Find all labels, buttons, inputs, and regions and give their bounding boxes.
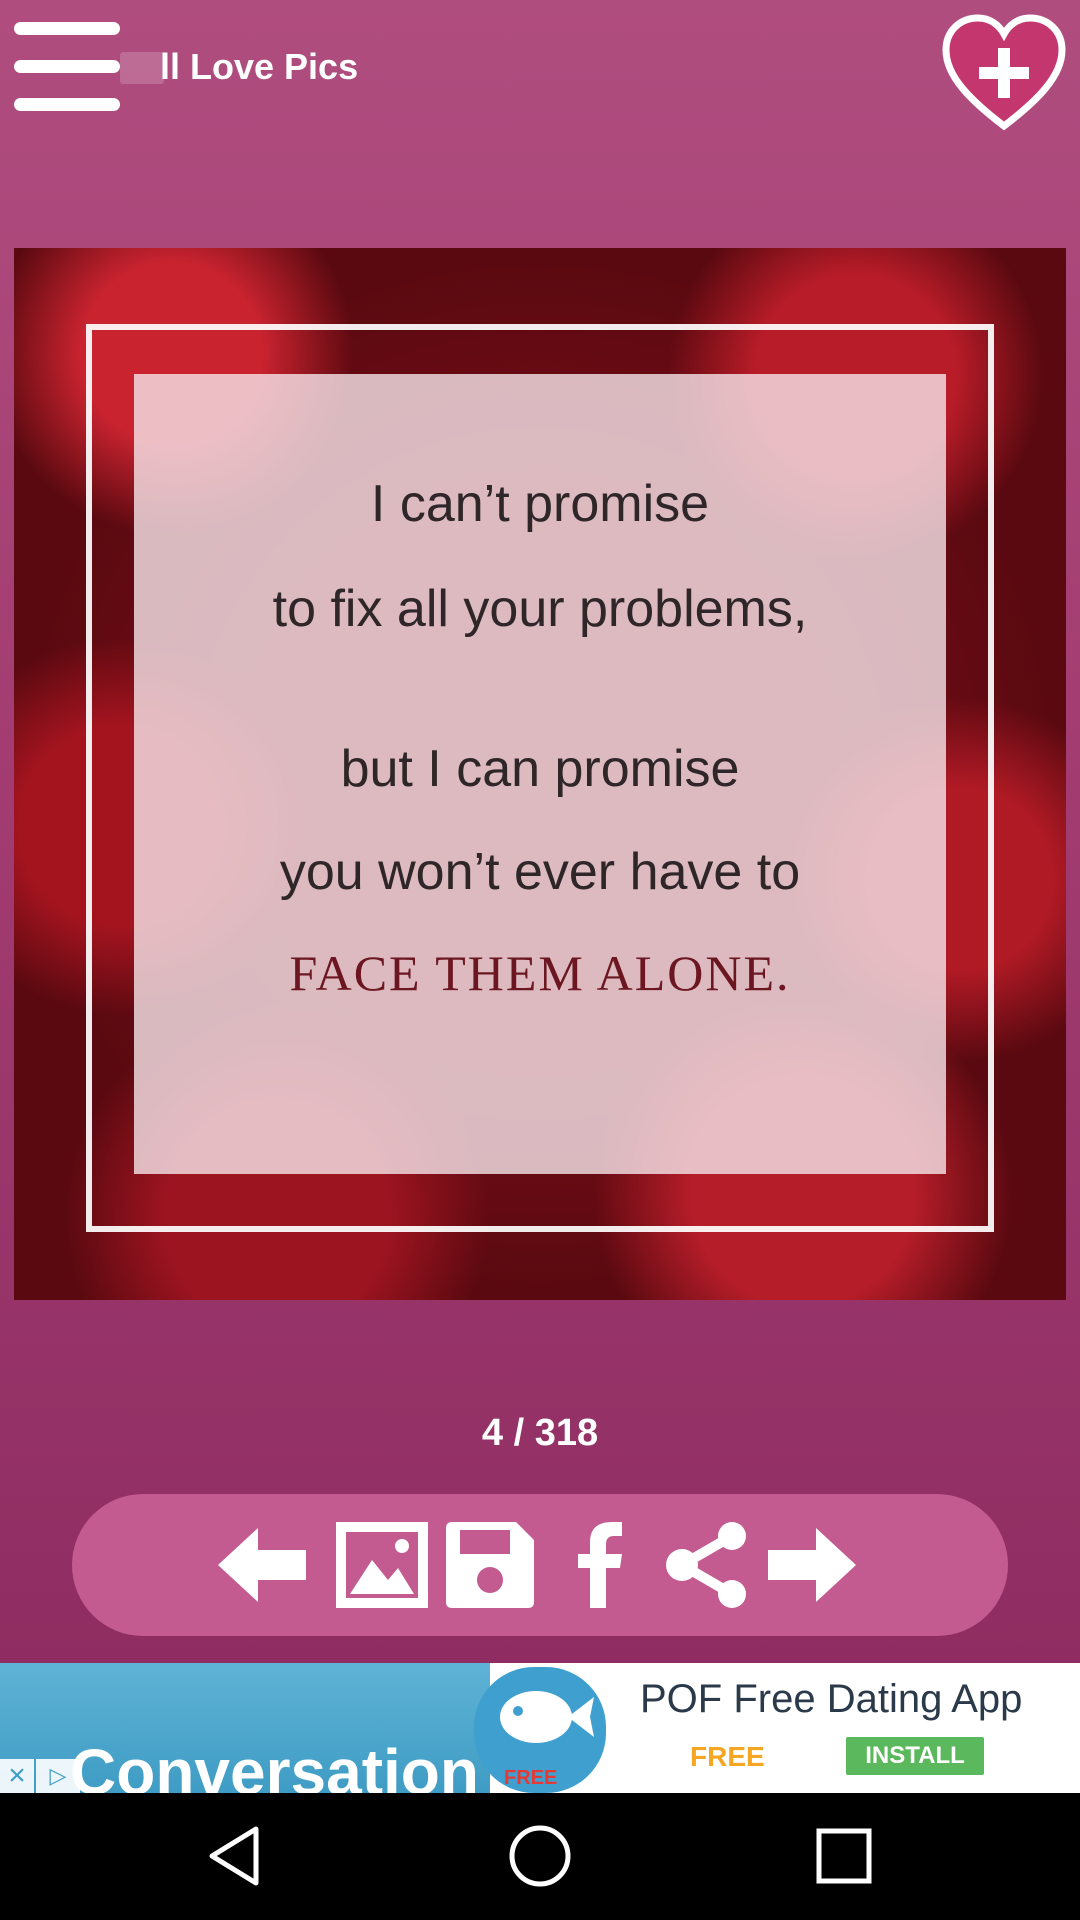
ad-logo-tag: FREE: [504, 1767, 558, 1789]
close-icon[interactable]: ×: [0, 1759, 34, 1793]
ad-left-text: Conversation: [70, 1736, 479, 1793]
system-nav-bar: [0, 1793, 1080, 1920]
nav-home-button[interactable]: [505, 1821, 575, 1891]
facebook-share-button[interactable]: [550, 1520, 646, 1610]
arrow-right-icon: [768, 1528, 856, 1602]
previous-button[interactable]: [214, 1520, 310, 1610]
hamburger-menu-icon[interactable]: [14, 22, 120, 112]
app-screen: ll Love Pics I can’t promise to fix all …: [0, 0, 1080, 1663]
next-button[interactable]: [764, 1520, 860, 1610]
quote-line: you won’t ever have to: [279, 843, 801, 901]
image-icon: [336, 1522, 428, 1608]
quote-line: but I can promise: [340, 740, 740, 798]
app-title: ll Love Pics: [160, 46, 359, 87]
quote-line: I can’t promise: [370, 475, 710, 533]
share-button[interactable]: [660, 1520, 756, 1610]
nav-recents-button[interactable]: [809, 1821, 879, 1891]
pof-logo: FREE: [474, 1667, 606, 1793]
ad-image: Conversation × ▷: [0, 1663, 490, 1793]
save-icon: [446, 1522, 534, 1608]
save-button[interactable]: [442, 1520, 538, 1610]
quote-line: to fix all your problems,: [272, 580, 808, 638]
quote-line-emphasis: FACE THEM ALONE.: [289, 945, 791, 1001]
fish-icon: [500, 1691, 594, 1743]
arrow-left-icon: [218, 1528, 306, 1602]
ad-price: FREE: [690, 1741, 765, 1772]
ad-title: POF Free Dating App: [640, 1677, 1023, 1721]
love-quote-image[interactable]: I can’t promise to fix all your problems…: [14, 248, 1066, 1300]
title-overlap-mask: [120, 52, 164, 84]
share-icon: [666, 1522, 746, 1608]
nav-back-button[interactable]: [202, 1821, 272, 1891]
image-toolbar: [72, 1494, 1008, 1636]
home-icon: [509, 1825, 571, 1887]
add-favorite-button[interactable]: [940, 14, 1068, 132]
image-counter: 4 / 318: [481, 1412, 599, 1454]
recents-icon: [816, 1828, 872, 1884]
facebook-icon: [578, 1522, 622, 1608]
adchoices-icon[interactable]: ▷: [36, 1759, 80, 1793]
quote-text: I can’t promise to fix all your problems…: [134, 374, 946, 1174]
back-icon: [209, 1826, 259, 1886]
install-button[interactable]: INSTALL: [846, 1737, 984, 1775]
set-wallpaper-button[interactable]: [334, 1520, 430, 1610]
heart-plus-icon: [942, 14, 1066, 131]
ad-banner[interactable]: Conversation × ▷ FREE POF Free Dating Ap…: [0, 1663, 1080, 1793]
